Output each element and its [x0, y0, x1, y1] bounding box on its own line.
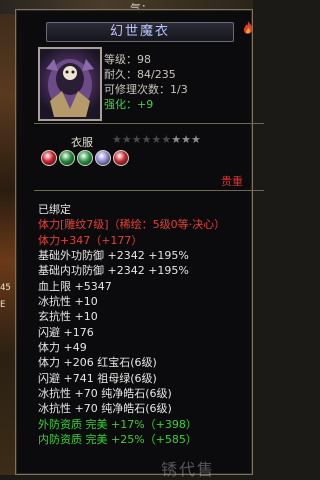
attribute-line: 体力[雕纹7级]（稀绘：5级0等·决心）	[38, 218, 226, 232]
star-icon: ★	[161, 133, 172, 146]
attribute-line: 血上限 +5347	[38, 279, 112, 293]
item-portrait	[38, 47, 102, 121]
star-icon: ★	[112, 133, 122, 146]
gem-icon	[113, 150, 129, 166]
enhance-label: 强化：	[104, 98, 137, 111]
attribute-line: 冰抗性 +10	[38, 295, 98, 309]
quality-badge: 贵重	[221, 175, 243, 188]
level-label: 等级：	[104, 53, 137, 66]
gem-icon	[59, 150, 75, 166]
star-icon: ★	[121, 133, 132, 146]
attribute-line: 基础内功防御 +2342 +195%	[38, 264, 189, 278]
attribute-line: 闪避 +741 祖母绿(6级)	[38, 371, 157, 385]
attribute-list: 已绑定 体力[雕纹7级]（稀绘：5级0等·决心） 体力+347（+177） 基础外功…	[38, 202, 266, 448]
gem-icon	[95, 150, 111, 166]
divider	[34, 190, 264, 191]
fire-emblem-icon	[243, 21, 253, 34]
watermark: 锈代售	[161, 460, 216, 479]
attribute-line: 体力 +49	[38, 341, 87, 355]
attribute-line: 基础外功防御 +2342 +195%	[38, 249, 189, 263]
attribute-line: 体力+347（+177）	[38, 233, 143, 247]
attribute-line: 闪避 +176	[38, 325, 94, 339]
gem-icon	[41, 150, 57, 166]
star-icon: ★	[131, 133, 142, 146]
attribute-line: 外防资质 完美 +17%（+398）	[38, 417, 197, 431]
attribute-line: 玄抗性 +10	[38, 310, 98, 324]
divider	[34, 123, 264, 124]
gem-icon	[77, 150, 93, 166]
repair-count-value: 1/3	[170, 83, 188, 96]
background-left-number: 45	[0, 283, 11, 293]
robe-artwork-icon	[46, 59, 94, 117]
durability-label: 耐久：	[104, 68, 137, 81]
level-value: 98	[137, 53, 151, 66]
enhance-value: +9	[137, 98, 154, 111]
attribute-line: 体力 +206 红宝石(6级)	[38, 356, 157, 370]
star-icon: ★	[171, 133, 182, 146]
item-tooltip: 幻世魔衣 等级：98 耐久：84/235 可修理次数：1/3 强化：+9 衣服 …	[15, 9, 264, 479]
star-icon: ★	[141, 133, 152, 146]
star-icon: ★	[191, 133, 201, 146]
item-basic-info: 等级：98 耐久：84/235 可修理次数：1/3 强化：+9	[104, 52, 188, 112]
star-rating: ★★★★★★★★★	[112, 133, 201, 146]
attribute-line: 内防资质 完美 +25%（+585）	[38, 433, 197, 447]
star-icon: ★	[151, 133, 162, 146]
equipment-slot: 衣服	[71, 136, 93, 149]
bound-status: 已绑定	[38, 203, 71, 216]
background-left-letter: E	[0, 300, 6, 310]
star-icon: ★	[181, 133, 191, 146]
attribute-line: 冰抗性 +70 纯净皓石(6级)	[38, 387, 172, 401]
item-title: 幻世魔衣	[46, 22, 234, 42]
repair-count-label: 可修理次数：	[104, 83, 170, 96]
attribute-line: 冰抗性 +70 纯净皓石(6级)	[38, 402, 172, 416]
durability-value: 84/235	[137, 68, 176, 81]
